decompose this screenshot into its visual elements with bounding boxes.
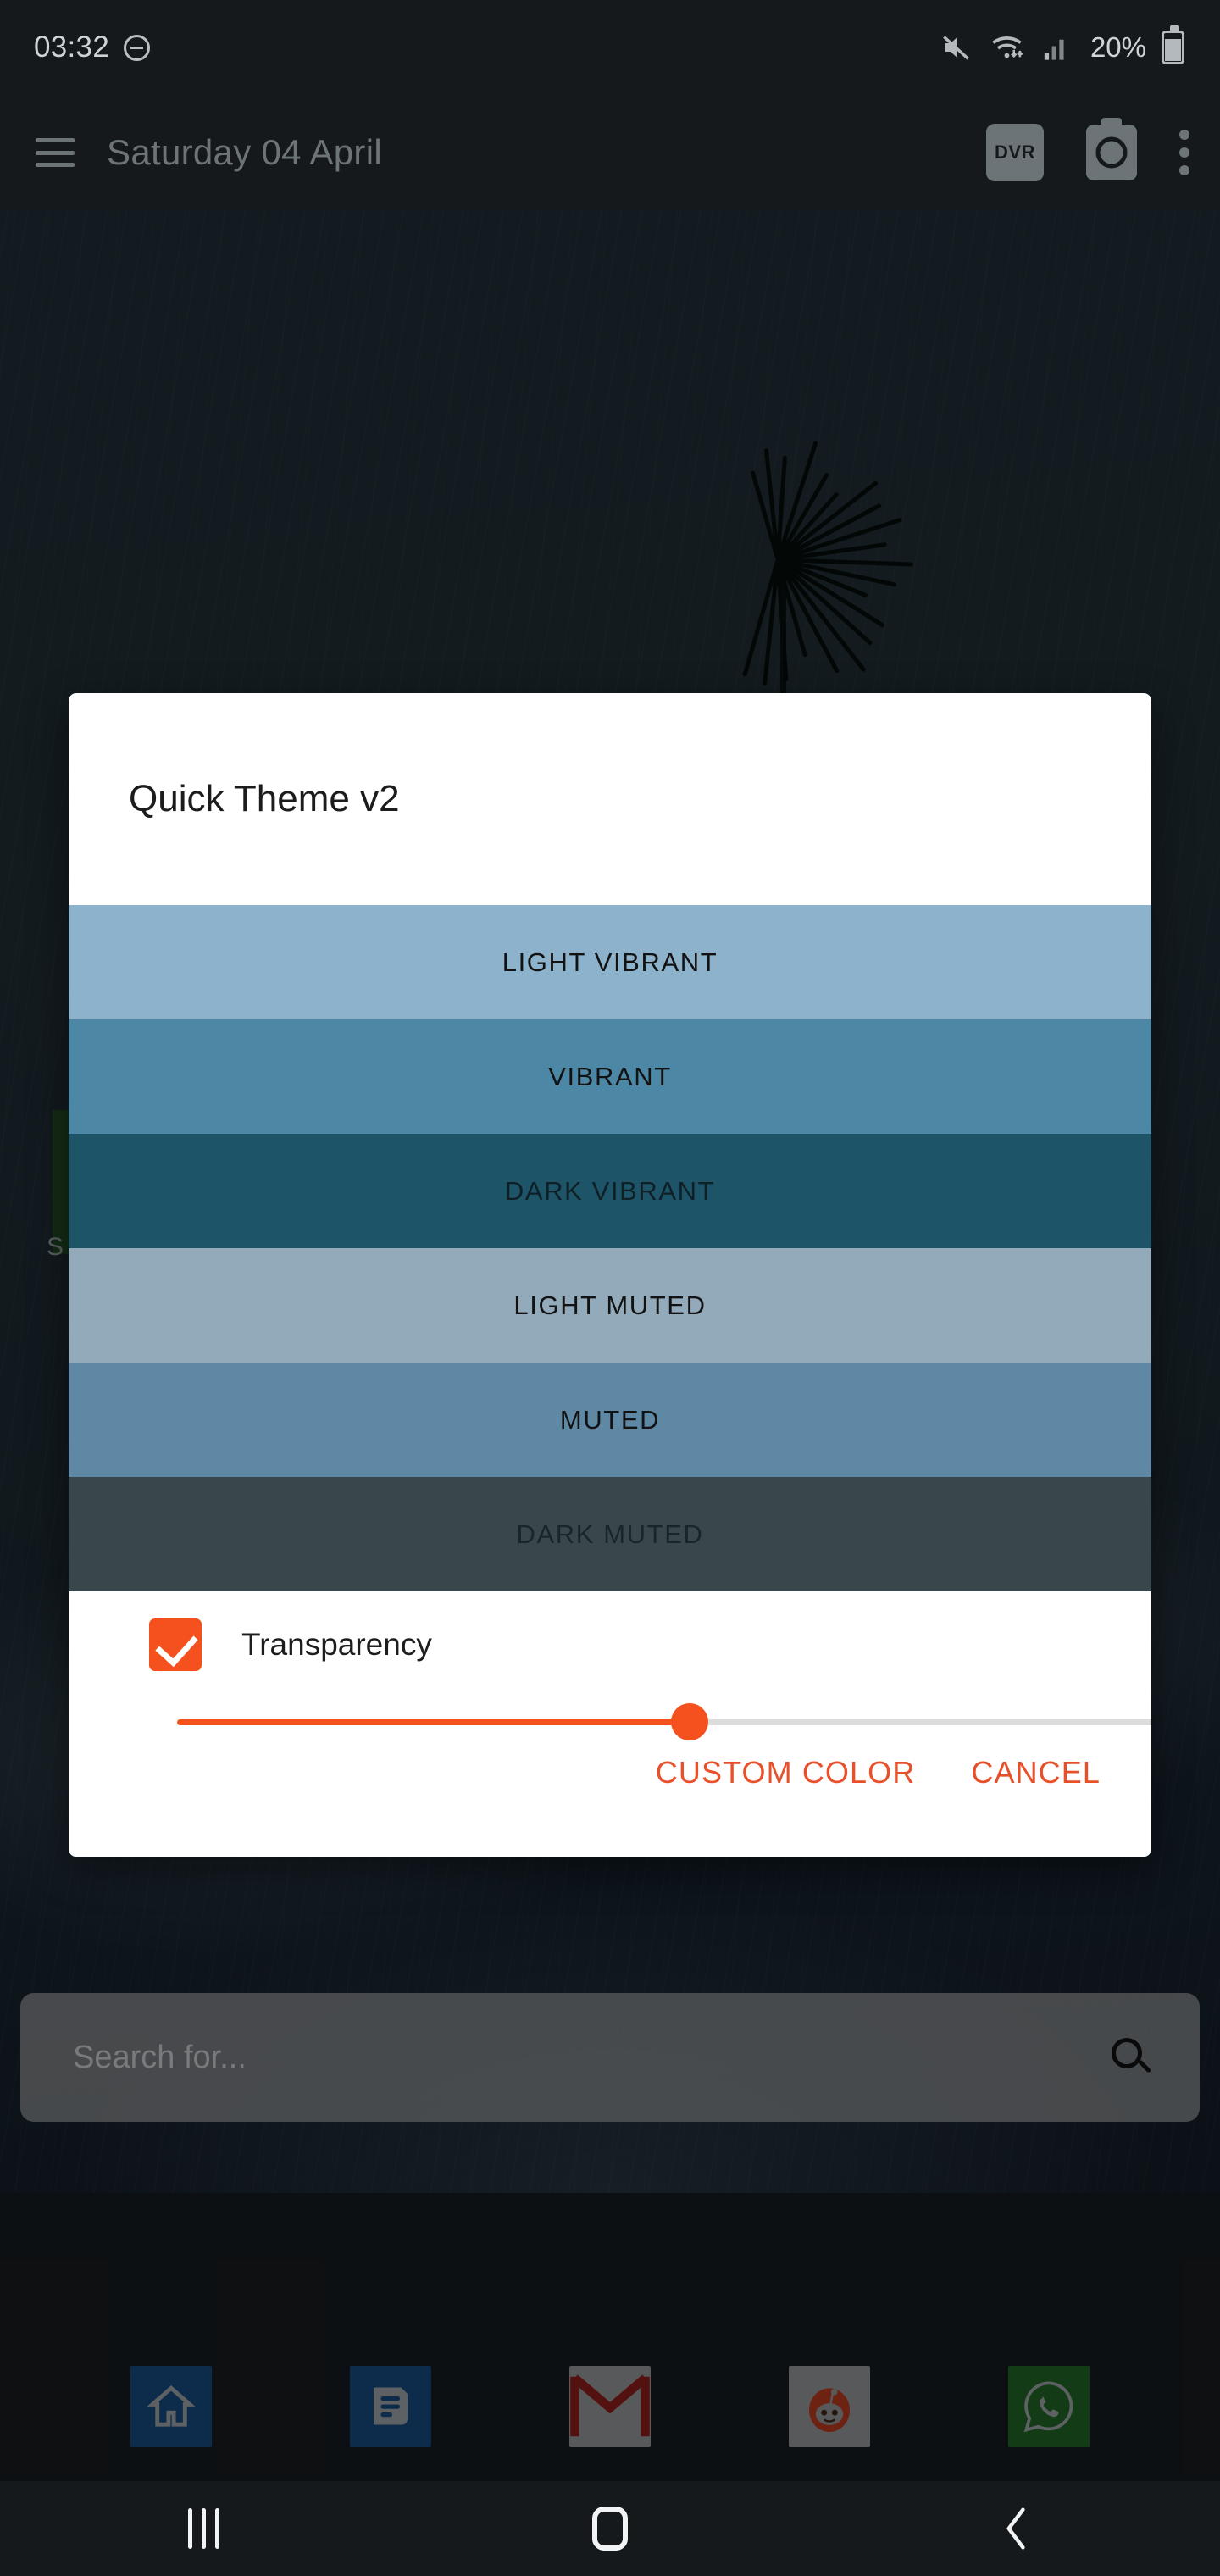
home-button[interactable]: [407, 2481, 813, 2576]
app-bar-actions: DVR: [986, 124, 1190, 181]
custom-color-button[interactable]: CUSTOM COLOR: [656, 1755, 916, 1790]
volume-muted-icon: [941, 33, 975, 62]
status-bar: 03:32 20%: [0, 0, 1220, 95]
transparency-row[interactable]: Transparency: [69, 1591, 1151, 1671]
recents-button[interactable]: [0, 2481, 407, 2576]
battery-icon: [1162, 31, 1184, 64]
transparency-slider[interactable]: [177, 1713, 1151, 1730]
transparency-checkbox[interactable]: [149, 1618, 202, 1671]
page-title: Saturday 04 April: [107, 132, 382, 173]
cancel-button[interactable]: CANCEL: [971, 1755, 1101, 1790]
theme-option-dark-muted[interactable]: DARK MUTED: [69, 1477, 1151, 1591]
app-bar: Saturday 04 April DVR: [0, 95, 1220, 210]
theme-option-dark-vibrant[interactable]: DARK VIBRANT: [69, 1134, 1151, 1248]
back-icon: [1002, 2507, 1031, 2551]
quick-theme-dialog: Quick Theme v2 LIGHT VIBRANT VIBRANT DARK …: [69, 693, 1151, 1857]
dialog-title: Quick Theme v2: [69, 693, 1151, 905]
theme-option-list: LIGHT VIBRANT VIBRANT DARK VIBRANT LIGHT MU…: [69, 905, 1151, 1591]
dvr-icon[interactable]: DVR: [986, 124, 1044, 181]
status-bar-clock: 03:32: [34, 31, 109, 64]
back-button[interactable]: [813, 2481, 1220, 2576]
theme-option-light-muted[interactable]: LIGHT MUTED: [69, 1248, 1151, 1363]
home-icon: [592, 2507, 628, 2551]
hamburger-menu-icon[interactable]: [36, 138, 75, 167]
status-bar-icons: 20%: [941, 31, 1184, 64]
camera-icon[interactable]: [1086, 125, 1137, 180]
recents-icon: [188, 2508, 219, 2549]
slider-fill: [177, 1719, 690, 1725]
theme-option-vibrant[interactable]: VIBRANT: [69, 1019, 1151, 1134]
theme-option-light-vibrant[interactable]: LIGHT VIBRANT: [69, 905, 1151, 1019]
transparency-label: Transparency: [241, 1627, 432, 1663]
phone-screen: S Search for... Quick Theme v2 LIGHT VIB…: [0, 0, 1220, 2576]
do-not-disturb-icon: [124, 35, 150, 61]
theme-option-muted[interactable]: MUTED: [69, 1363, 1151, 1477]
dialog-action-bar: CUSTOM COLOR CANCEL: [656, 1755, 1101, 1790]
overflow-menu-icon[interactable]: [1179, 126, 1190, 179]
cellular-signal-icon: [1043, 34, 1072, 61]
navigation-bar: [0, 2481, 1220, 2576]
battery-percent: 20%: [1090, 31, 1146, 64]
dialog-bottom-panel: Transparency CUSTOM COLOR CANCEL: [69, 1591, 1151, 1857]
wifi-icon: [990, 32, 1028, 63]
slider-thumb[interactable]: [671, 1703, 708, 1740]
dvr-label: DVR: [995, 142, 1035, 164]
